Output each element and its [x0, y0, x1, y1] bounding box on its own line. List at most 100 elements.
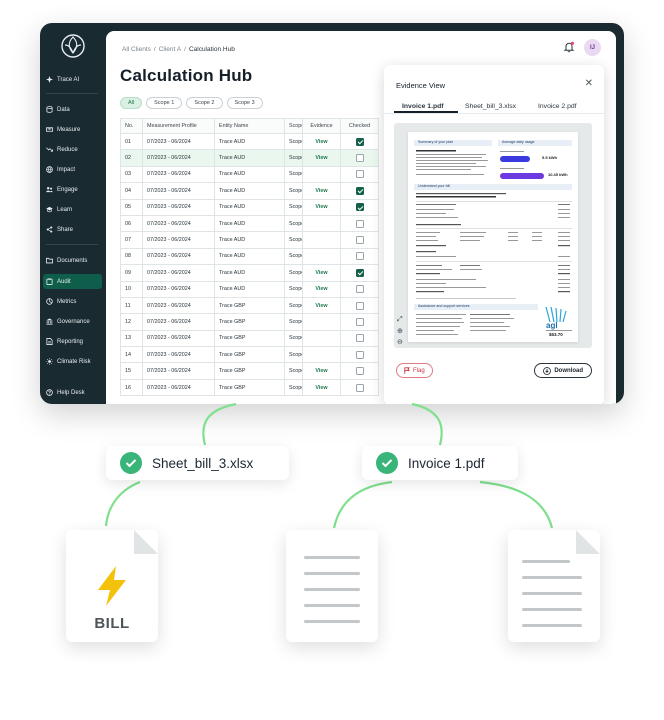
- filter-chip-all[interactable]: All: [120, 97, 143, 109]
- evidence-view-link[interactable]: View: [302, 132, 341, 151]
- evidence-view-link[interactable]: View: [302, 362, 341, 380]
- checked-checkbox[interactable]: [355, 350, 364, 359]
- filter-chip-scope-1[interactable]: Scope 1: [146, 97, 183, 109]
- table-row[interactable]: 0207/2023 - 06/2024Trace AUDScopeView: [120, 149, 379, 167]
- sidebar-item-governance[interactable]: Governance: [43, 314, 102, 329]
- checked-checkbox[interactable]: [355, 236, 364, 245]
- measurement-profile-cell: 07/2023 - 06/2024: [142, 182, 215, 200]
- filter-chip-scope-3[interactable]: Scope 3: [226, 97, 263, 109]
- sidebar-item-audit[interactable]: Audit: [43, 274, 102, 289]
- sidebar-item-help-desk[interactable]: Help Desk: [43, 385, 102, 400]
- sidebar-item-engage[interactable]: Engage: [43, 182, 102, 197]
- sidebar-item-reduce[interactable]: Reduce: [43, 142, 102, 157]
- scope-cell: Scope: [284, 132, 303, 151]
- scope-cell: Scope: [284, 264, 303, 282]
- checked-checkbox[interactable]: [355, 137, 364, 146]
- entity-name-cell: Trace AUD: [214, 149, 285, 167]
- sidebar-item-share[interactable]: Share: [43, 222, 102, 237]
- scope-cell: Scope: [284, 362, 303, 380]
- row-number: 04: [120, 182, 143, 200]
- bell-icon[interactable]: [563, 41, 575, 53]
- zoom-in-icon[interactable]: ⊕: [397, 327, 407, 338]
- avatar[interactable]: IJ: [584, 39, 601, 56]
- checked-checkbox[interactable]: [355, 252, 364, 261]
- column-header[interactable]: Entity Name: [214, 118, 285, 134]
- column-header[interactable]: Scope: [284, 118, 303, 134]
- checked-checkbox[interactable]: [355, 186, 364, 195]
- table-row[interactable]: 0807/2023 - 06/2024Trace AUDScope: [120, 247, 379, 266]
- trace-logo-icon[interactable]: [60, 33, 86, 59]
- evidence-view-link[interactable]: View: [302, 149, 341, 167]
- breadcrumb-item[interactable]: All Clients: [122, 46, 151, 53]
- table-row[interactable]: 1407/2023 - 06/2024Trace GBPScope: [120, 346, 379, 364]
- sidebar-item-label: Reduce: [57, 146, 78, 153]
- evidence-view-link[interactable]: View: [302, 198, 341, 216]
- checked-checkbox[interactable]: [355, 154, 364, 163]
- table-row[interactable]: 1007/2023 - 06/2024Trace AUDScopeView: [120, 280, 379, 298]
- table-row[interactable]: 1207/2023 - 06/2024Trace GBPScope: [120, 313, 379, 331]
- scope-filter-chips: All Scope 1 Scope 2 Scope 3: [120, 97, 263, 109]
- evidence-view-link[interactable]: View: [302, 378, 341, 397]
- checked-checkbox[interactable]: [355, 383, 364, 392]
- checked-cell: [340, 346, 379, 364]
- sidebar-item-learn[interactable]: Learn: [43, 202, 102, 217]
- sidebar-item-metrics[interactable]: Metrics: [43, 294, 102, 309]
- table-row[interactable]: 0107/2023 - 06/2024Trace AUDScopeView: [120, 132, 379, 151]
- close-icon[interactable]: ✕: [585, 78, 593, 89]
- measurement-profile-cell: 07/2023 - 06/2024: [142, 165, 215, 184]
- tab-invoice-2[interactable]: Invoice 2.pdf: [538, 103, 577, 110]
- evidence-view-link[interactable]: View: [302, 296, 341, 315]
- checked-checkbox[interactable]: [355, 301, 364, 310]
- sidebar-item-trace-ai[interactable]: Trace AI: [43, 72, 102, 87]
- document-viewer[interactable]: 5.5 kWh 10.45 kWh Summary of your plan A…: [394, 123, 592, 348]
- evidence-view-link: [302, 165, 341, 184]
- column-header[interactable]: Checked: [340, 118, 379, 134]
- column-header[interactable]: Evidence: [302, 118, 341, 134]
- bill-label: BILL: [94, 615, 130, 632]
- checked-checkbox[interactable]: [355, 285, 364, 294]
- sidebar-item-documents[interactable]: Documents: [43, 253, 102, 268]
- sidebar-item-measure[interactable]: Measure: [43, 122, 102, 137]
- sidebar-item-impact[interactable]: Impact: [43, 162, 102, 177]
- sidebar-item-reporting[interactable]: Reporting: [43, 334, 102, 349]
- sidebar-item-data[interactable]: Data: [43, 102, 102, 117]
- table-row[interactable]: 0307/2023 - 06/2024Trace AUDScope: [120, 165, 379, 184]
- table-row[interactable]: 1607/2023 - 06/2024Trace GBPScopeView: [120, 378, 379, 397]
- table-row[interactable]: 1507/2023 - 06/2024Trace GBPScopeView: [120, 362, 379, 380]
- evidence-view-link[interactable]: View: [302, 182, 341, 200]
- checked-checkbox[interactable]: [355, 334, 364, 343]
- evidence-view-link[interactable]: View: [302, 280, 341, 298]
- expand-icon[interactable]: ⤢: [397, 316, 407, 327]
- column-header[interactable]: No.: [120, 118, 143, 134]
- zoom-out-icon[interactable]: ⊖: [397, 338, 407, 348]
- checked-checkbox[interactable]: [355, 219, 364, 228]
- checked-checkbox[interactable]: [355, 203, 364, 212]
- table-row[interactable]: 0507/2023 - 06/2024Trace AUDScopeView: [120, 198, 379, 216]
- checked-checkbox[interactable]: [355, 170, 364, 179]
- checked-checkbox[interactable]: [355, 268, 364, 277]
- tab-sheet-bill-3[interactable]: Sheet_bill_3.xlsx: [465, 103, 516, 110]
- breadcrumb-item[interactable]: Client A: [159, 46, 181, 53]
- flag-button[interactable]: Flag: [396, 363, 433, 378]
- tab-invoice-1[interactable]: Invoice 1.pdf: [402, 103, 444, 110]
- filter-chip-scope-2[interactable]: Scope 2: [186, 97, 223, 109]
- evidence-view-link[interactable]: View: [302, 264, 341, 282]
- checked-checkbox[interactable]: [355, 317, 364, 326]
- table-row[interactable]: 0607/2023 - 06/2024Trace AUDScope: [120, 214, 379, 233]
- globe-icon: [46, 166, 53, 173]
- text-line: [522, 608, 582, 611]
- table-row[interactable]: 1307/2023 - 06/2024Trace GBPScope: [120, 329, 379, 348]
- badge-label: Sheet_bill_3.xlsx: [152, 455, 254, 471]
- table-row[interactable]: 0407/2023 - 06/2024Trace AUDScopeView: [120, 182, 379, 200]
- table-row[interactable]: 0707/2023 - 06/2024Trace AUDScope: [120, 231, 379, 249]
- sidebar-item-label: Governance: [57, 318, 90, 325]
- table-row[interactable]: 1107/2023 - 06/2024Trace GBPScopeView: [120, 296, 379, 315]
- column-header[interactable]: Measurement Profile: [142, 118, 215, 134]
- checked-checkbox[interactable]: [355, 367, 364, 376]
- scope-cell: Scope: [284, 247, 303, 266]
- sidebar-item-climate-risk[interactable]: Climate Risk: [43, 354, 102, 369]
- download-button[interactable]: Download: [534, 363, 592, 378]
- sidebar-item-label: Data: [57, 106, 70, 113]
- learn-icon: [46, 206, 53, 213]
- table-row[interactable]: 0907/2023 - 06/2024Trace AUDScopeView: [120, 264, 379, 282]
